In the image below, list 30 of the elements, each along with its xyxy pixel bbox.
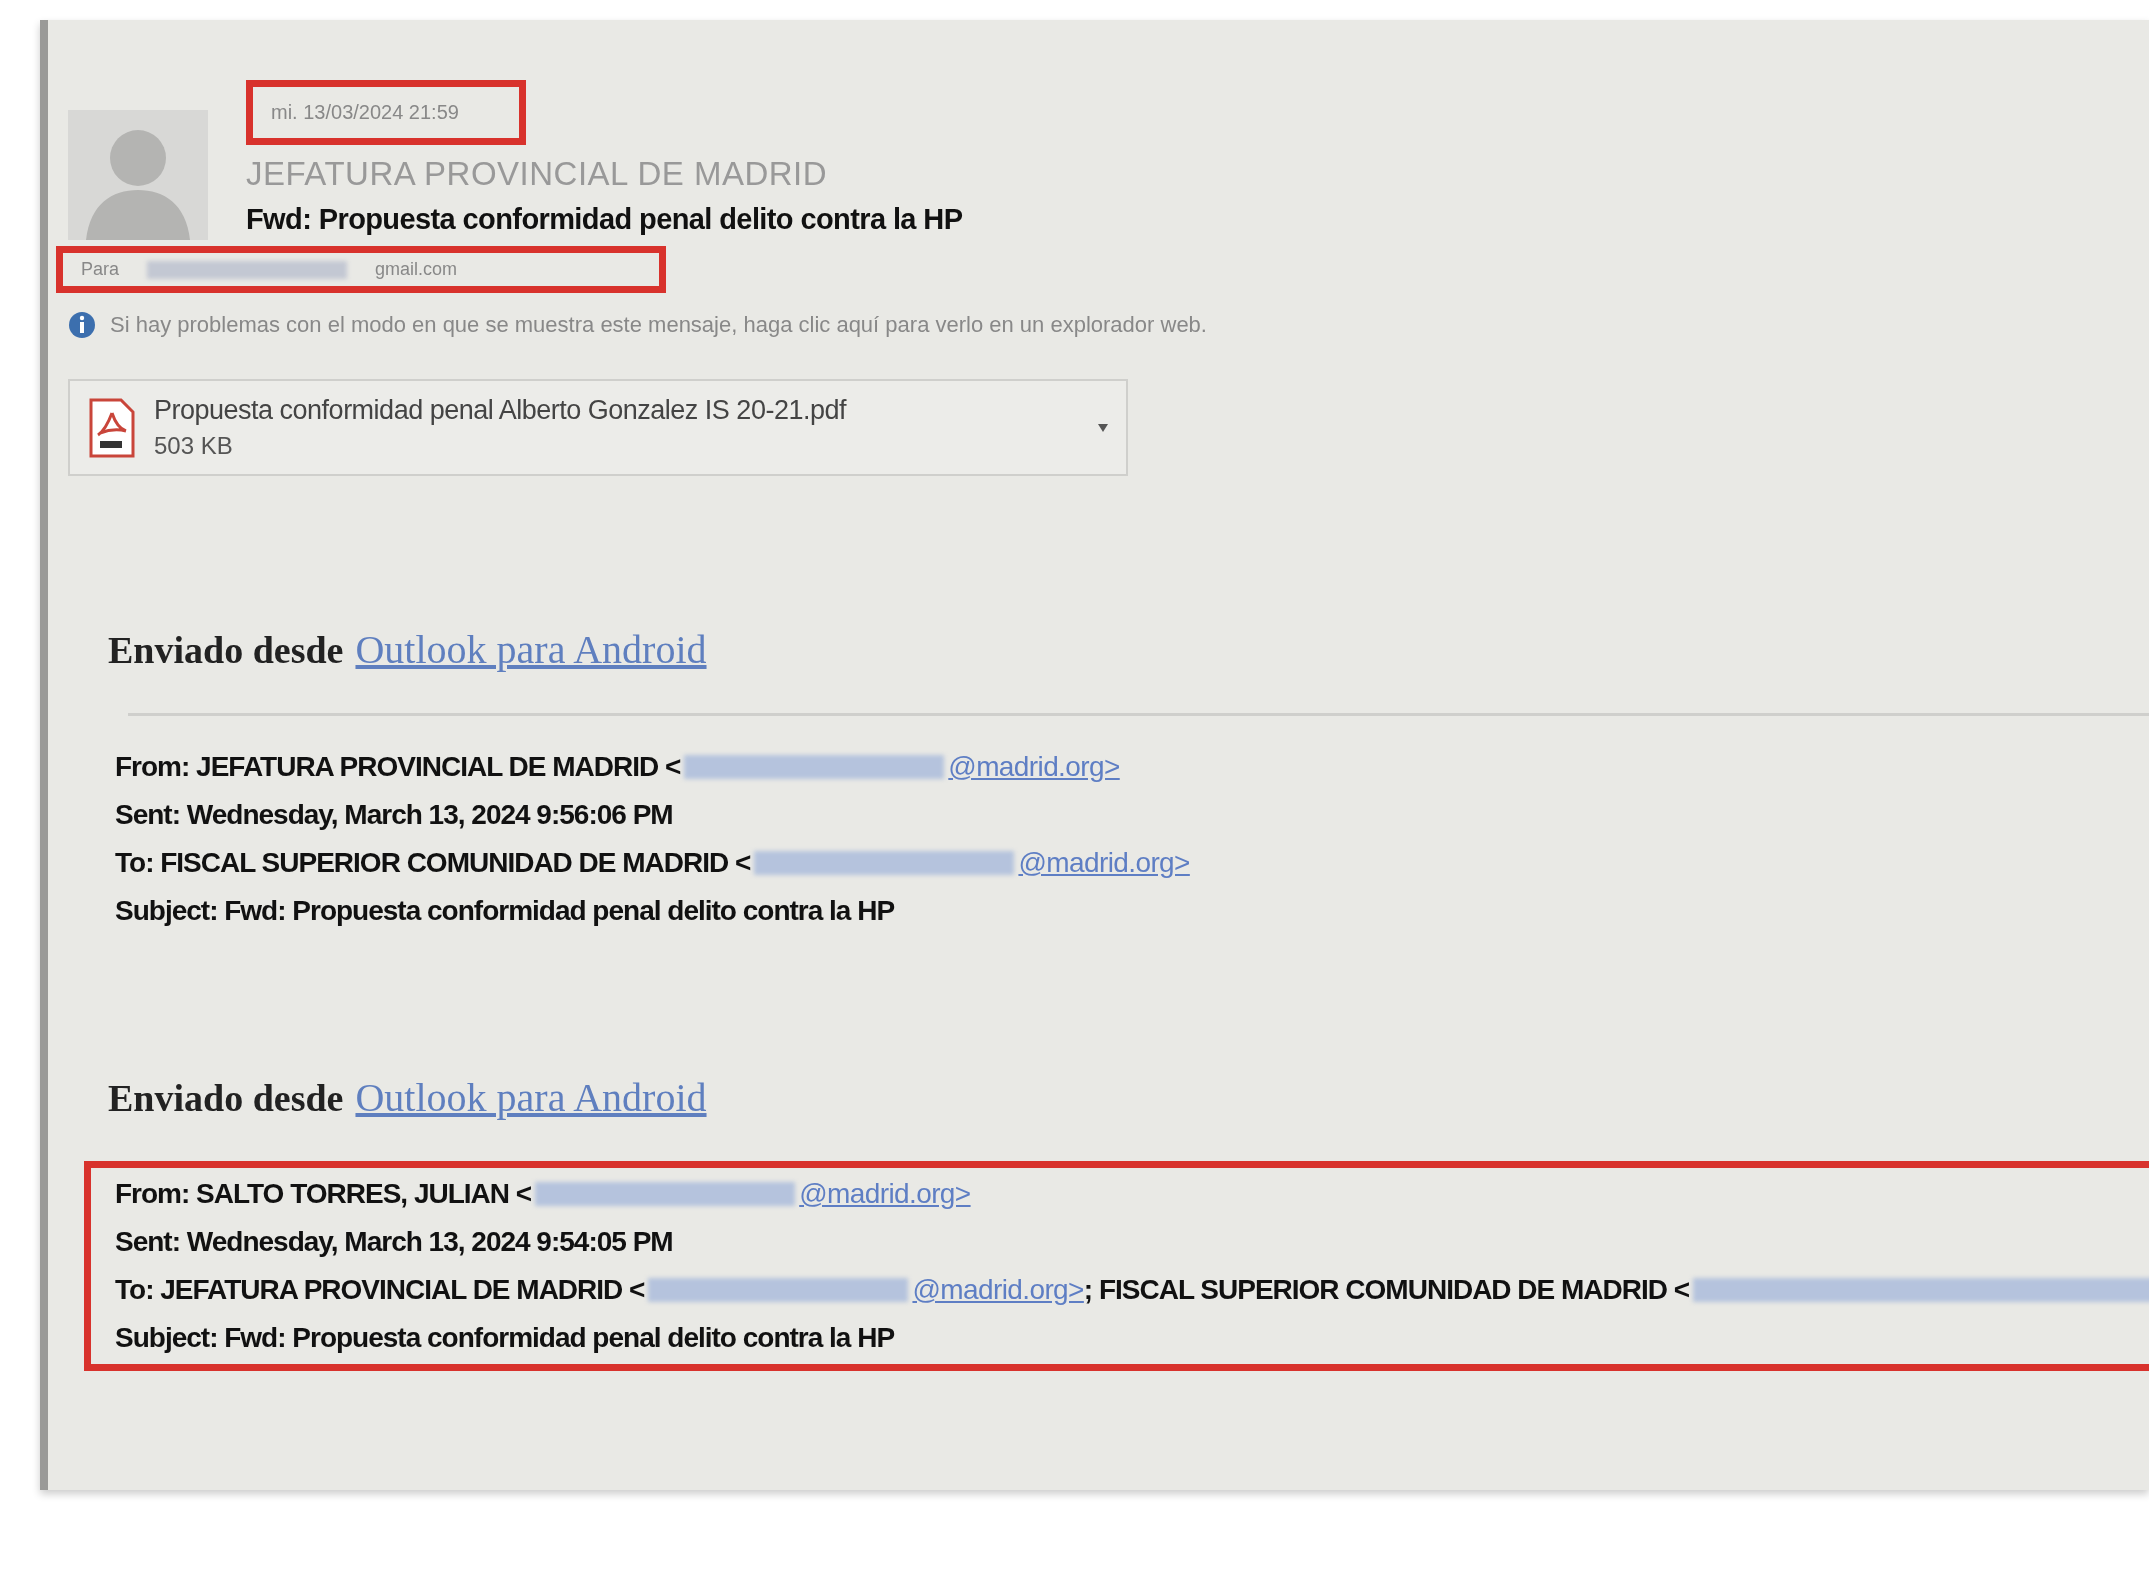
header-field-text: Subject: Fwd: Propuesta conformidad penal delito contra la HP [115, 895, 895, 927]
attachment-card[interactable]: Propuesta conformidad penal Alberto Gonzalez IS 20-21.pdf 503 KB [68, 379, 1128, 476]
header-field-text: From: SALTO TORRES, JULIAN < [115, 1178, 532, 1210]
info-icon [68, 311, 96, 339]
signature-text: Enviado desde [108, 628, 344, 672]
header-field-text: Sent: Wednesday, March 13, 2024 9:54:05 PM [115, 1226, 673, 1258]
info-message[interactable]: Si hay problemas con el modo en que se muestra este mensaje, haga clic aquí para verlo en un explorador web. [110, 312, 1207, 338]
to-label: Para [81, 259, 120, 280]
signature-link[interactable]: Outlook para Android [355, 626, 707, 673]
message-subject: Fwd: Propuesta conformidad penal delito contra la HP [246, 203, 963, 236]
message-date: mi. 13/03/2024 21:59 [246, 80, 526, 145]
header-field-text: To: JEFATURA PROVINCIAL DE MADRID < [115, 1274, 645, 1306]
email-link[interactable]: @madrid.org> [912, 1274, 1084, 1306]
header-field-text: To: FISCAL SUPERIOR COMUNIDAD DE MADRID < [115, 847, 751, 879]
attachment-size: 503 KB [154, 432, 234, 460]
signature-link[interactable]: Outlook para Android [355, 1074, 707, 1121]
header-field-text: From: JEFATURA PROVINCIAL DE MADRID < [115, 751, 681, 783]
caret-icon[interactable] [1098, 423, 1108, 432]
email-link[interactable]: @madrid.org> [1018, 847, 1190, 879]
header-field-text: Sent: Wednesday, March 13, 2024 9:56:06 PM [115, 799, 673, 831]
attachment-name: Propuesta conformidad penal Alberto Gonzalez IS 20-21.pdf [154, 395, 848, 426]
signature-text: Enviado desde [108, 1076, 344, 1120]
recipient-address: gmail.com [375, 259, 458, 280]
email-link[interactable]: @madrid.org> [799, 1178, 971, 1210]
sender-name: JEFATURA PROVINCIAL DE MADRID [246, 155, 828, 193]
email-link[interactable]: @madrid.org> [948, 751, 1120, 783]
person-silhouette-icon [68, 110, 208, 240]
header-field-text: ; FISCAL SUPERIOR COMUNIDAD DE MADRID < [1083, 1274, 1690, 1306]
header-field-text: Subject: Fwd: Propuesta conformidad penal delito contra la HP [115, 1322, 895, 1354]
pdf-file-icon [88, 396, 136, 459]
